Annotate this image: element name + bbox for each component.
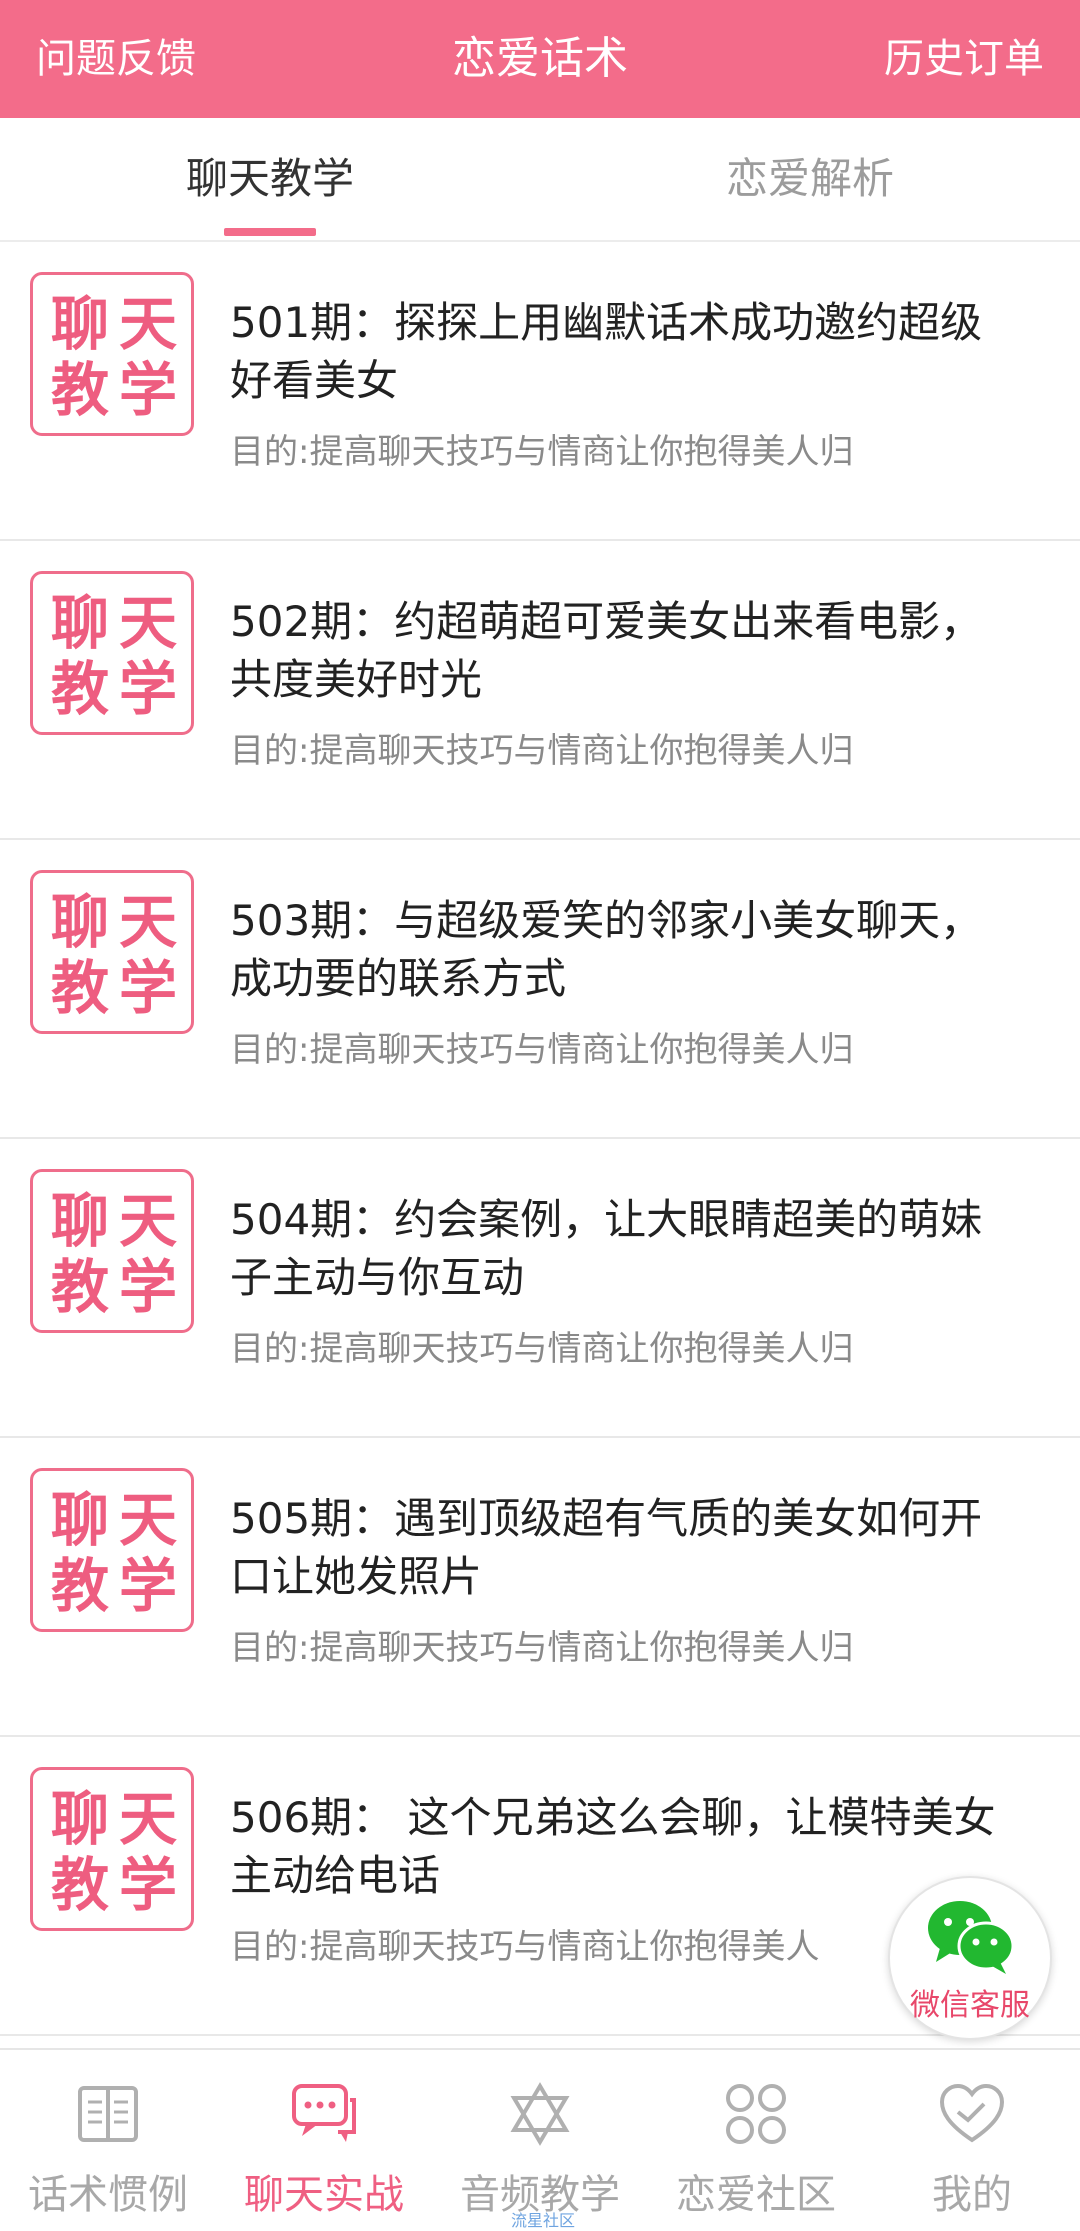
- top-app-bar: 问题反馈 恋爱话术 历史订单: [0, 0, 1080, 118]
- thumb-char: 教: [50, 1253, 109, 1321]
- book-icon: [78, 2086, 138, 2142]
- chat-teaching-thumbnail: 聊 天 教 学: [30, 272, 194, 436]
- wechat-service-button[interactable]: 微信客服: [888, 1876, 1052, 2040]
- nav-label: 话术惯例: [28, 2172, 188, 2218]
- chat-teaching-thumbnail: 聊 天 教 学: [30, 870, 194, 1034]
- nav-label: 恋爱社区: [676, 2172, 836, 2218]
- item-title: 505期：遇到顶级超有气质的美女如何开口让她发照片: [230, 1494, 983, 1601]
- nav-item-phrase-examples[interactable]: 话术惯例: [0, 2050, 216, 2231]
- thumb-char: 学: [118, 954, 177, 1022]
- thumb-char: 学: [118, 356, 177, 424]
- thumb-char: 天: [118, 1785, 177, 1853]
- item-subtitle: 目的:提高聊天技巧与情商让你抱得美人归: [230, 1628, 854, 1668]
- wechat-icon: [928, 1901, 1015, 1974]
- thumb-char: 学: [118, 655, 177, 723]
- nav-item-audio-teaching[interactable]: 音频教学: [432, 2050, 648, 2231]
- active-tab-indicator: [224, 228, 316, 236]
- star-of-david-icon: [510, 2082, 570, 2146]
- nav-label: 我的: [932, 2172, 1012, 2218]
- list-item[interactable]: 聊 天 教 学 502期：约超萌超可爱美女出来看电影，共度美好时光 目的:提高聊…: [0, 541, 1080, 840]
- order-history-button[interactable]: 历史订单: [884, 0, 1044, 118]
- thumb-char: 学: [118, 1253, 177, 1321]
- chat-teaching-thumbnail: 聊 天 教 学: [30, 1767, 194, 1931]
- nav-item-profile[interactable]: 我的: [864, 2050, 1080, 2231]
- thumb-char: 学: [118, 1552, 177, 1620]
- thumb-char: 学: [118, 1851, 177, 1919]
- watermark-text: 流星社区: [510, 2211, 575, 2230]
- thumb-char: 天: [118, 1187, 177, 1255]
- thumb-char: 聊: [50, 290, 109, 358]
- tab-chat-teaching[interactable]: 聊天教学: [120, 118, 420, 240]
- grid-circles-icon: [726, 2084, 786, 2144]
- thumb-char: 聊: [50, 1486, 109, 1554]
- thumb-char: 天: [118, 589, 177, 657]
- list-item[interactable]: 聊 天 教 学 503期：与超级爱笑的邻家小美女聊天，成功要的联系方式 目的:提…: [0, 840, 1080, 1139]
- chat-teaching-thumbnail: 聊 天 教 学: [30, 1468, 194, 1632]
- thumb-char: 聊: [50, 589, 109, 657]
- item-subtitle: 目的:提高聊天技巧与情商让你抱得美人归: [230, 432, 854, 472]
- chat-teaching-thumbnail: 聊 天 教 学: [30, 571, 194, 735]
- list-item[interactable]: 聊 天 教 学 501期：探探上用幽默话术成功邀约超级好看美女 目的:提高聊天技…: [0, 242, 1080, 541]
- tab-bar: 聊天教学 恋爱解析: [0, 118, 1080, 242]
- heart-check-icon: [939, 2083, 1005, 2143]
- thumb-char: 天: [118, 290, 177, 358]
- tab-love-analysis[interactable]: 恋爱解析: [660, 118, 960, 240]
- item-title: 504期：约会案例，让大眼睛超美的萌妹子主动与你互动: [230, 1195, 983, 1302]
- wechat-service-label: 微信客服: [910, 1988, 1030, 2023]
- item-subtitle: 目的:提高聊天技巧与情商让你抱得美人归: [230, 1030, 854, 1070]
- item-subtitle: 目的:提高聊天技巧与情商让你抱得美人归: [230, 1329, 854, 1369]
- screen: 问题反馈 恋爱话术 历史订单 聊天教学 恋爱解析 聊 天 教 学 501期：探探…: [0, 0, 1080, 2231]
- thumb-char: 教: [50, 356, 109, 424]
- thumb-char: 教: [50, 1851, 109, 1919]
- page-title-text: 恋爱话术: [452, 33, 628, 84]
- item-title: 501期：探探上用幽默话术成功邀约超级好看美女: [230, 298, 983, 405]
- item-title: 502期：约超萌超可爱美女出来看电影，共度美好时光: [230, 597, 983, 704]
- thumb-char: 聊: [50, 1785, 109, 1853]
- bottom-navigation: 话术惯例 聊天实战 音频教学 恋爱社区 我的: [0, 2048, 1080, 2231]
- lesson-list: 聊 天 教 学 501期：探探上用幽默话术成功邀约超级好看美女 目的:提高聊天技…: [0, 242, 1080, 2036]
- thumb-char: 天: [118, 888, 177, 956]
- thumb-char: 聊: [50, 1187, 109, 1255]
- chat-teaching-thumbnail: 聊 天 教 学: [30, 1169, 194, 1333]
- list-item[interactable]: 聊 天 教 学 504期：约会案例，让大眼睛超美的萌妹子主动与你互动 目的:提高…: [0, 1139, 1080, 1438]
- feedback-button[interactable]: 问题反馈: [36, 0, 196, 118]
- item-title: 503期：与超级爱笑的邻家小美女聊天，成功要的联系方式: [230, 896, 983, 1003]
- chat-bubble-icon: [292, 2084, 356, 2142]
- thumb-char: 教: [50, 655, 109, 723]
- item-title: 506期： 这个兄弟这么会聊，让模特美女主动给电话: [230, 1793, 996, 1900]
- nav-item-love-community[interactable]: 恋爱社区: [648, 2050, 864, 2231]
- thumb-char: 天: [118, 1486, 177, 1554]
- item-subtitle: 目的:提高聊天技巧与情商让你抱得美人归: [230, 731, 854, 771]
- thumb-char: 聊: [50, 888, 109, 956]
- nav-item-chat-practice[interactable]: 聊天实战: [216, 2050, 432, 2231]
- thumb-char: 教: [50, 954, 109, 1022]
- thumb-char: 教: [50, 1552, 109, 1620]
- list-item[interactable]: 聊 天 教 学 505期：遇到顶级超有气质的美女如何开口让她发照片 目的:提高聊…: [0, 1438, 1080, 1737]
- nav-label: 聊天实战: [244, 2172, 404, 2218]
